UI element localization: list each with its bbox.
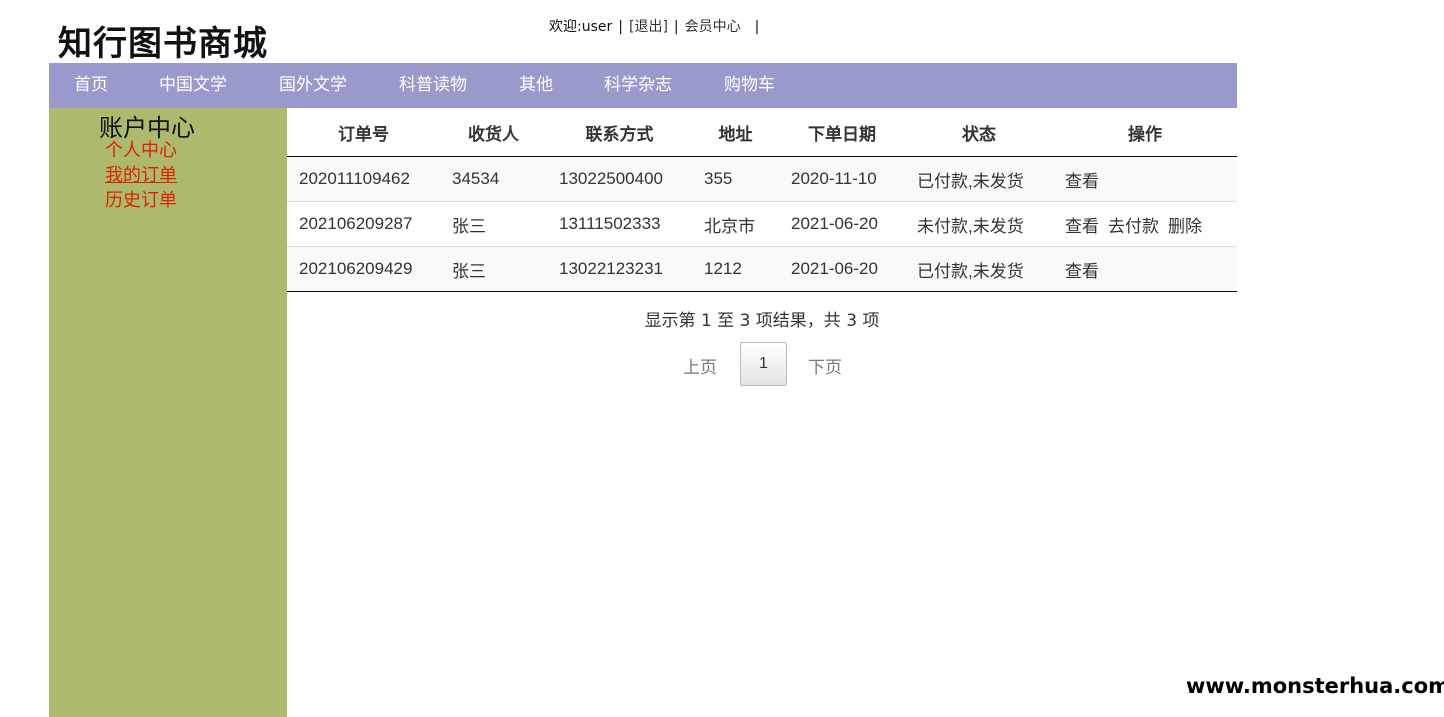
sidebar-link-order-history[interactable]: 历史订单: [105, 186, 177, 212]
receiver-cell: 34534: [440, 156, 547, 202]
column-header-address[interactable]: 地址: [692, 108, 779, 157]
table-row: 202106209429 张三 13022123231 1212 2021-06…: [287, 246, 1237, 292]
column-header-actions: 操作: [1053, 108, 1237, 157]
view-order-link[interactable]: 查看: [1065, 217, 1099, 236]
orders-table: 订单号 收货人 联系方式 地址 下单日期 状态 操作 202011109462 …: [287, 108, 1237, 292]
column-header-receiver[interactable]: 收货人: [440, 108, 547, 157]
prev-page-button[interactable]: 上页: [683, 353, 717, 378]
view-order-link[interactable]: 查看: [1065, 262, 1099, 281]
pay-order-link[interactable]: 去付款: [1108, 217, 1159, 236]
site-title: 知行图书商城: [58, 24, 268, 64]
status-cell: 未付款,未发货: [905, 201, 1053, 247]
nav-item-other[interactable]: 其他: [519, 63, 553, 108]
separator: |: [673, 19, 679, 35]
separator: |: [754, 19, 760, 35]
separator: |: [618, 19, 623, 35]
address-cell: 1212: [692, 246, 779, 292]
address-cell: 北京市: [692, 201, 779, 247]
date-cell: 2020-11-10: [779, 156, 905, 202]
receiver-cell: 张三: [440, 201, 547, 247]
address-cell: 355: [692, 156, 779, 202]
column-header-status[interactable]: 状态: [905, 108, 1053, 157]
actions-cell: 查看: [1053, 156, 1237, 202]
order-no-cell: 202106209287: [287, 201, 440, 247]
welcome-text: 欢迎:user: [549, 19, 613, 35]
sidebar-link-profile[interactable]: 个人中心: [105, 136, 177, 162]
status-cell: 已付款,未发货: [905, 156, 1053, 202]
table-row: 202106209287 张三 13111502333 北京市 2021-06-…: [287, 201, 1237, 247]
user-bar: 欢迎:user | [退出] | 会员中心 |: [549, 16, 765, 36]
column-header-date[interactable]: 下单日期: [779, 108, 905, 157]
phone-cell: 13022500400: [547, 156, 692, 202]
actions-cell: 查看: [1053, 246, 1237, 292]
nav-item-science-magazine[interactable]: 科学杂志: [604, 63, 672, 108]
order-no-cell: 202011109462: [287, 156, 440, 202]
table-header-row: 订单号 收货人 联系方式 地址 下单日期 状态 操作: [287, 108, 1237, 157]
date-cell: 2021-06-20: [779, 201, 905, 247]
column-header-phone[interactable]: 联系方式: [547, 108, 692, 157]
order-no-cell: 202106209429: [287, 246, 440, 292]
actions-cell: 查看 去付款 删除: [1053, 201, 1237, 247]
nav-item-chinese-literature[interactable]: 中国文学: [159, 63, 227, 108]
phone-cell: 13111502333: [547, 201, 692, 247]
watermark-text: www.monsterhua.com: [1186, 674, 1444, 698]
status-cell: 已付款,未发货: [905, 246, 1053, 292]
logout-link[interactable]: [退出]: [629, 19, 668, 35]
nav-item-home[interactable]: 首页: [74, 63, 108, 108]
nav-item-cart[interactable]: 购物车: [724, 63, 775, 108]
date-cell: 2021-06-20: [779, 246, 905, 292]
pagination-info: 显示第 1 至 3 项结果，共 3 项: [644, 311, 880, 331]
member-center-link[interactable]: 会员中心: [685, 19, 741, 35]
delete-order-link[interactable]: 删除: [1168, 217, 1202, 236]
main-navbar: 首页 中国文学 国外文学 科普读物 其他 科学杂志 购物车: [49, 63, 1237, 108]
table-row: 202011109462 34534 13022500400 355 2020-…: [287, 156, 1237, 202]
page-number-button[interactable]: 1: [740, 342, 787, 386]
column-header-order-no[interactable]: 订单号: [287, 108, 440, 157]
nav-item-foreign-literature[interactable]: 国外文学: [279, 63, 347, 108]
next-page-button[interactable]: 下页: [808, 353, 842, 378]
view-order-link[interactable]: 查看: [1065, 172, 1099, 191]
sidebar-link-my-orders[interactable]: 我的订单: [105, 161, 177, 187]
phone-cell: 13022123231: [547, 246, 692, 292]
account-sidebar: 账户中心 个人中心 我的订单 历史订单: [49, 108, 287, 717]
nav-item-popular-science[interactable]: 科普读物: [399, 63, 467, 108]
receiver-cell: 张三: [440, 246, 547, 292]
